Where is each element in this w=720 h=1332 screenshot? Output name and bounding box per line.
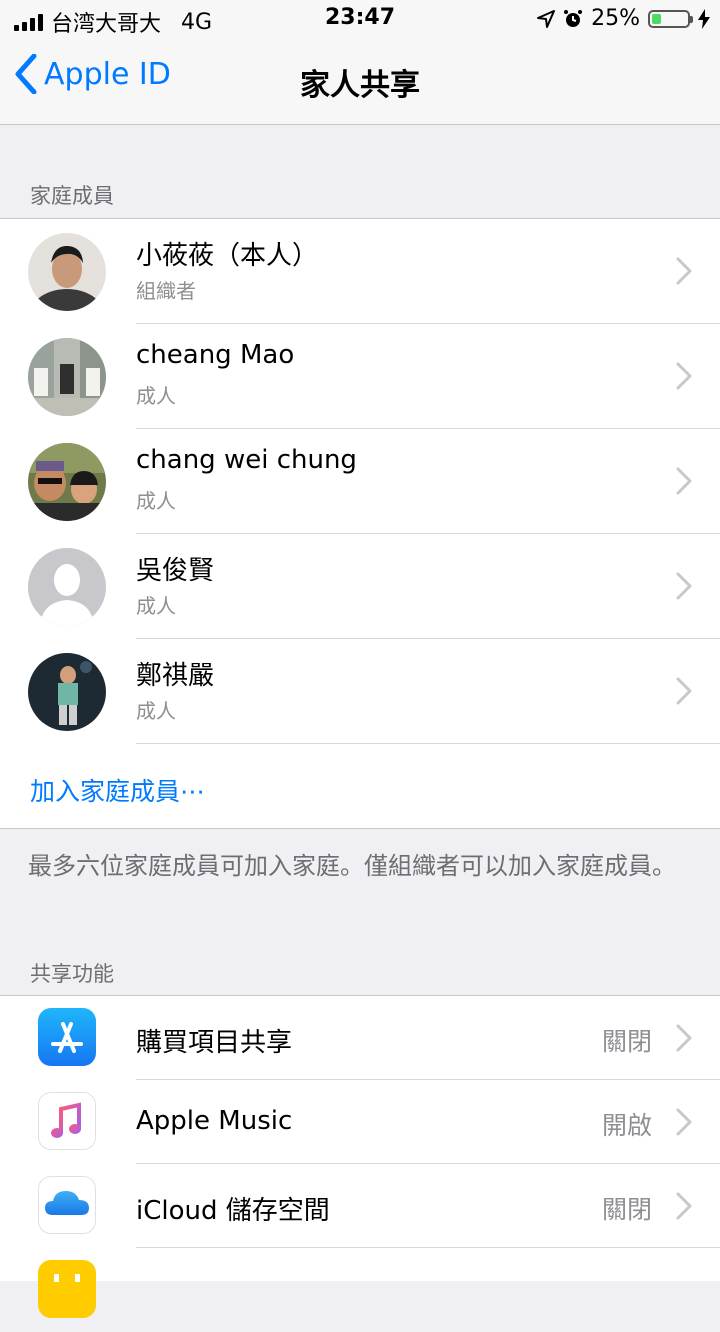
add-family-member-label: 加入家庭成員⋯ <box>30 777 206 806</box>
feature-row-partial[interactable] <box>0 1248 720 1332</box>
location-icon <box>537 9 556 28</box>
app-icon <box>38 1260 96 1318</box>
member-name: cheang Mao <box>136 340 295 370</box>
member-role: 成人 <box>136 489 176 513</box>
chevron-right-icon <box>676 257 692 285</box>
chevron-right-icon <box>676 572 692 600</box>
member-name: chang wei chung <box>136 445 357 475</box>
members-section-header: 家庭成員 <box>30 184 114 208</box>
member-name: 小莜莜（本人） <box>136 241 319 271</box>
alarm-icon <box>564 9 583 27</box>
member-role: 成人 <box>136 699 176 723</box>
page-title: 家人共享 <box>300 68 420 103</box>
icloud-icon <box>38 1176 96 1234</box>
member-role: 組織者 <box>136 279 196 303</box>
member-name: 吳俊賢 <box>136 556 215 586</box>
chevron-right-icon <box>676 1024 692 1052</box>
navigation-bar: Apple ID 家人共享 <box>0 40 720 125</box>
charging-icon <box>698 8 710 29</box>
avatar <box>28 653 106 731</box>
chevron-right-icon <box>676 1108 692 1136</box>
member-row[interactable]: 吳俊賢 成人 <box>0 534 720 639</box>
chevron-right-icon <box>676 467 692 495</box>
avatar <box>28 233 106 311</box>
music-icon <box>38 1092 96 1150</box>
member-role: 成人 <box>136 384 176 408</box>
member-name: 鄭祺嚴 <box>136 661 215 691</box>
feature-row-icloud-storage[interactable]: iCloud 儲存空間 關閉 <box>0 1164 720 1248</box>
chevron-right-icon <box>676 362 692 390</box>
chevron-right-icon <box>676 677 692 705</box>
feature-status: 關閉 <box>601 1027 652 1056</box>
members-footer-note: 最多六位家庭成員可加入家庭。僅組織者可以加入家庭成員。 <box>28 852 676 880</box>
feature-status: 開啟 <box>601 1111 652 1140</box>
app-store-icon <box>38 1008 96 1066</box>
member-row[interactable]: 鄭祺嚴 成人 <box>0 639 720 744</box>
status-bar: 台湾大哥大 4G 23:47 25% <box>0 0 720 40</box>
feature-status: 關閉 <box>601 1195 652 1224</box>
feature-row-apple-music[interactable]: Apple Music 開啟 <box>0 1080 720 1164</box>
feature-label: iCloud 儲存空間 <box>136 1196 330 1226</box>
avatar <box>28 443 106 521</box>
features-section-header: 共享功能 <box>30 962 114 986</box>
feature-label: 購買項目共享 <box>136 1028 293 1058</box>
member-role: 成人 <box>136 594 176 618</box>
battery-percent: 25% <box>591 6 640 31</box>
feature-label: Apple Music <box>136 1106 293 1136</box>
battery-icon <box>648 9 693 28</box>
chevron-right-icon <box>676 1192 692 1220</box>
member-row[interactable]: 小莜莜（本人） 組織者 <box>0 219 720 324</box>
members-list: 小莜莜（本人） 組織者 cheang Mao 成人 chang wei chun… <box>0 218 720 829</box>
features-list: 購買項目共享 關閉 Apple Music 開啟 iCloud 儲存空間 關閉 <box>0 995 720 1318</box>
member-row[interactable]: cheang Mao 成人 <box>0 324 720 429</box>
avatar <box>28 338 106 416</box>
feature-row-purchase-sharing[interactable]: 購買項目共享 關閉 <box>0 996 720 1080</box>
avatar <box>28 548 106 626</box>
add-family-member-button[interactable]: 加入家庭成員⋯ <box>0 744 720 828</box>
member-row[interactable]: chang wei chung 成人 <box>0 429 720 534</box>
